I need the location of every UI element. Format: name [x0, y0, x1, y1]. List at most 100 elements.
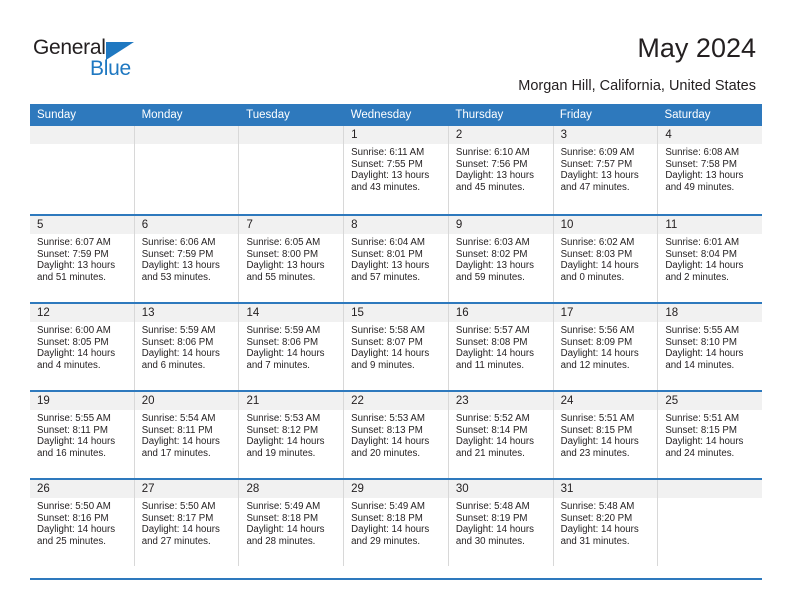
day-cell-5[interactable]: 5 Sunrise: 6:07 AM Sunset: 7:59 PM Daylight…: [30, 216, 135, 302]
day-cell-12[interactable]: 12 Sunrise: 6:00 AM Sunset: 8:05 PM Dayligh…: [30, 304, 135, 390]
sun-info-line: Daylight: 14 hours: [560, 348, 639, 360]
day-cell-17[interactable]: 17 Sunrise: 5:56 AM Sunset: 8:09 PM Dayligh…: [553, 304, 659, 390]
sun-info-line: Sunset: 7:59 PM: [141, 248, 214, 260]
day-number: 13: [134, 304, 239, 322]
sun-info-line: Daylight: 14 hours: [351, 436, 430, 448]
day-cell-24[interactable]: 24 Sunrise: 5:51 AM Sunset: 8:15 PM Dayligh…: [553, 392, 659, 478]
sun-info-line: Sunset: 8:14 PM: [455, 424, 528, 436]
sun-info-line: Daylight: 13 hours: [665, 170, 744, 182]
day-number: 3: [553, 126, 658, 144]
day-cell-30[interactable]: 30 Sunrise: 5:48 AM Sunset: 8:19 PM Dayligh…: [448, 480, 554, 566]
sun-info-line: Daylight: 13 hours: [351, 260, 430, 272]
sun-info-line: Sunrise: 6:07 AM: [37, 237, 111, 248]
day-cell-15[interactable]: 15 Sunrise: 5:58 AM Sunset: 8:07 PM Dayligh…: [344, 304, 449, 390]
sun-info-line: Daylight: 14 hours: [665, 348, 744, 360]
day-sun-info: Sunrise: 6:01 AM Sunset: 8:04 PM Daylight:…: [658, 234, 762, 283]
day-cell-10[interactable]: 10 Sunrise: 6:02 AM Sunset: 8:03 PM Dayligh…: [553, 216, 659, 302]
day-cell-3[interactable]: 3 Sunrise: 6:09 AM Sunset: 7:57 PM Daylight…: [553, 126, 659, 214]
weekday-header-sunday: Sunday: [37, 109, 77, 121]
day-cell-20[interactable]: 20 Sunrise: 5:54 AM Sunset: 8:11 PM Dayligh…: [134, 392, 240, 478]
day-cell-2[interactable]: 2 Sunrise: 6:10 AM Sunset: 7:56 PM Daylight…: [448, 126, 554, 214]
day-number: 23: [448, 392, 553, 410]
day-cell-21[interactable]: 21 Sunrise: 5:53 AM Sunset: 8:12 PM Dayligh…: [239, 392, 345, 478]
day-sun-info: Sunrise: 6:03 AM Sunset: 8:02 PM Daylight:…: [449, 234, 553, 283]
day-cell-empty: [30, 126, 135, 214]
sun-info-line: and 55 minutes.: [246, 271, 316, 283]
day-sun-info: Sunrise: 6:08 AM Sunset: 7:58 PM Daylight:…: [658, 144, 762, 193]
sun-info-line: Daylight: 14 hours: [141, 524, 220, 536]
day-cell-26[interactable]: 26 Sunrise: 5:50 AM Sunset: 8:16 PM Dayligh…: [30, 480, 135, 566]
sun-info-line: Sunrise: 6:05 AM: [246, 237, 321, 248]
sun-info-line: and 30 minutes.: [455, 535, 525, 547]
day-sun-info: Sunrise: 5:49 AM Sunset: 8:18 PM Daylight:…: [239, 498, 343, 547]
day-sun-info: Sunrise: 6:07 AM Sunset: 7:59 PM Daylight:…: [30, 234, 134, 283]
day-sun-info: [658, 498, 762, 501]
day-sun-info: Sunrise: 5:50 AM Sunset: 8:16 PM Daylight:…: [30, 498, 134, 547]
general-blue-logo[interactable]: General Blue: [33, 36, 163, 80]
calendar-week-row: 19 Sunrise: 5:55 AM Sunset: 8:11 PM Dayligh…: [30, 390, 763, 478]
calendar-week-row: 1 Sunrise: 6:11 AM Sunset: 7:55 PM Daylight…: [30, 126, 763, 214]
day-sun-info: Sunrise: 5:54 AM Sunset: 8:11 PM Daylight:…: [135, 410, 239, 459]
sun-info-line: and 59 minutes.: [455, 271, 525, 283]
sun-info-line: Daylight: 14 hours: [560, 436, 639, 448]
day-cell-23[interactable]: 23 Sunrise: 5:52 AM Sunset: 8:14 PM Dayligh…: [448, 392, 554, 478]
sun-info-line: Sunrise: 6:11 AM: [351, 147, 425, 158]
calendar-page: General Blue May 2024 Morgan Hill, Calif…: [0, 0, 792, 612]
sun-info-line: Sunset: 7:59 PM: [37, 248, 109, 260]
day-cell-4[interactable]: 4 Sunrise: 6:08 AM Sunset: 7:58 PM Daylight…: [658, 126, 763, 214]
sun-info-line: and 2 minutes.: [665, 271, 729, 283]
day-sun-info: Sunrise: 5:53 AM Sunset: 8:12 PM Daylight:…: [239, 410, 343, 459]
day-number: 22: [344, 392, 448, 410]
day-cell-29[interactable]: 29 Sunrise: 5:49 AM Sunset: 8:18 PM Dayligh…: [344, 480, 449, 566]
logo-text-blue: Blue: [90, 57, 131, 80]
day-cell-13[interactable]: 13 Sunrise: 5:59 AM Sunset: 8:06 PM Dayligh…: [134, 304, 240, 390]
sun-info-line: and 16 minutes.: [37, 447, 106, 459]
day-number: 8: [344, 216, 448, 234]
day-cell-22[interactable]: 22 Sunrise: 5:53 AM Sunset: 8:13 PM Dayligh…: [344, 392, 449, 478]
sun-info-line: and 21 minutes.: [455, 447, 525, 459]
weekday-header-saturday: Saturday: [664, 109, 711, 121]
day-cell-1[interactable]: 1 Sunrise: 6:11 AM Sunset: 7:55 PM Daylight…: [344, 126, 449, 214]
day-sun-info: Sunrise: 5:49 AM Sunset: 8:18 PM Daylight:…: [344, 498, 448, 547]
sun-info-line: and 0 minutes.: [560, 271, 625, 283]
sun-info-line: and 11 minutes.: [455, 359, 525, 371]
day-cell-6[interactable]: 6 Sunrise: 6:06 AM Sunset: 7:59 PM Daylight…: [134, 216, 240, 302]
sun-info-line: Daylight: 14 hours: [455, 436, 534, 448]
day-cell-25[interactable]: 25 Sunrise: 5:51 AM Sunset: 8:15 PM Dayligh…: [658, 392, 763, 478]
sun-info-line: Daylight: 14 hours: [351, 524, 430, 536]
sun-info-line: and 23 minutes.: [560, 447, 630, 459]
day-number: 21: [239, 392, 344, 410]
day-sun-info: Sunrise: 6:04 AM Sunset: 8:01 PM Daylight:…: [344, 234, 448, 283]
bottom-divider: [30, 578, 762, 580]
sun-info-line: Sunrise: 5:56 AM: [560, 325, 635, 336]
sun-info-line: and 4 minutes.: [37, 359, 101, 371]
sun-info-line: Daylight: 13 hours: [560, 170, 639, 182]
day-number: 5: [30, 216, 134, 234]
day-cell-9[interactable]: 9 Sunrise: 6:03 AM Sunset: 8:02 PM Daylight…: [448, 216, 554, 302]
sun-info-line: and 20 minutes.: [351, 447, 421, 459]
sun-info-line: Sunrise: 5:48 AM: [560, 501, 635, 512]
day-cell-18[interactable]: 18 Sunrise: 5:55 AM Sunset: 8:10 PM Dayligh…: [658, 304, 763, 390]
day-cell-14[interactable]: 14 Sunrise: 5:59 AM Sunset: 8:06 PM Dayligh…: [239, 304, 345, 390]
day-number: 15: [344, 304, 448, 322]
day-sun-info: Sunrise: 5:59 AM Sunset: 8:06 PM Daylight:…: [239, 322, 343, 371]
sun-info-line: Sunrise: 5:54 AM: [141, 413, 216, 424]
day-cell-11[interactable]: 11 Sunrise: 6:01 AM Sunset: 8:04 PM Dayligh…: [658, 216, 763, 302]
sun-info-line: Daylight: 14 hours: [455, 524, 534, 536]
sun-info-line: Sunset: 8:03 PM: [560, 248, 633, 260]
day-cell-7[interactable]: 7 Sunrise: 6:05 AM Sunset: 8:00 PM Daylight…: [239, 216, 345, 302]
day-cell-31[interactable]: 31 Sunrise: 5:48 AM Sunset: 8:20 PM Dayligh…: [553, 480, 659, 566]
sun-info-line: Sunset: 8:18 PM: [351, 512, 423, 524]
day-cell-8[interactable]: 8 Sunrise: 6:04 AM Sunset: 8:01 PM Daylight…: [344, 216, 449, 302]
day-sun-info: Sunrise: 5:58 AM Sunset: 8:07 PM Daylight:…: [344, 322, 448, 371]
day-cell-19[interactable]: 19 Sunrise: 5:55 AM Sunset: 8:11 PM Dayligh…: [30, 392, 135, 478]
sun-info-line: and 19 minutes.: [246, 447, 316, 459]
day-number: 6: [134, 216, 239, 234]
day-cell-16[interactable]: 16 Sunrise: 5:57 AM Sunset: 8:08 PM Dayligh…: [448, 304, 554, 390]
day-cell-27[interactable]: 27 Sunrise: 5:50 AM Sunset: 8:17 PM Dayligh…: [134, 480, 240, 566]
calendar-week-row: 5 Sunrise: 6:07 AM Sunset: 7:59 PM Daylight…: [30, 214, 763, 302]
sun-info-line: Sunset: 8:09 PM: [560, 336, 633, 348]
sun-info-line: Sunset: 7:56 PM: [455, 158, 528, 170]
day-cell-28[interactable]: 28 Sunrise: 5:49 AM Sunset: 8:18 PM Dayligh…: [239, 480, 345, 566]
sun-info-line: Daylight: 13 hours: [37, 260, 116, 272]
